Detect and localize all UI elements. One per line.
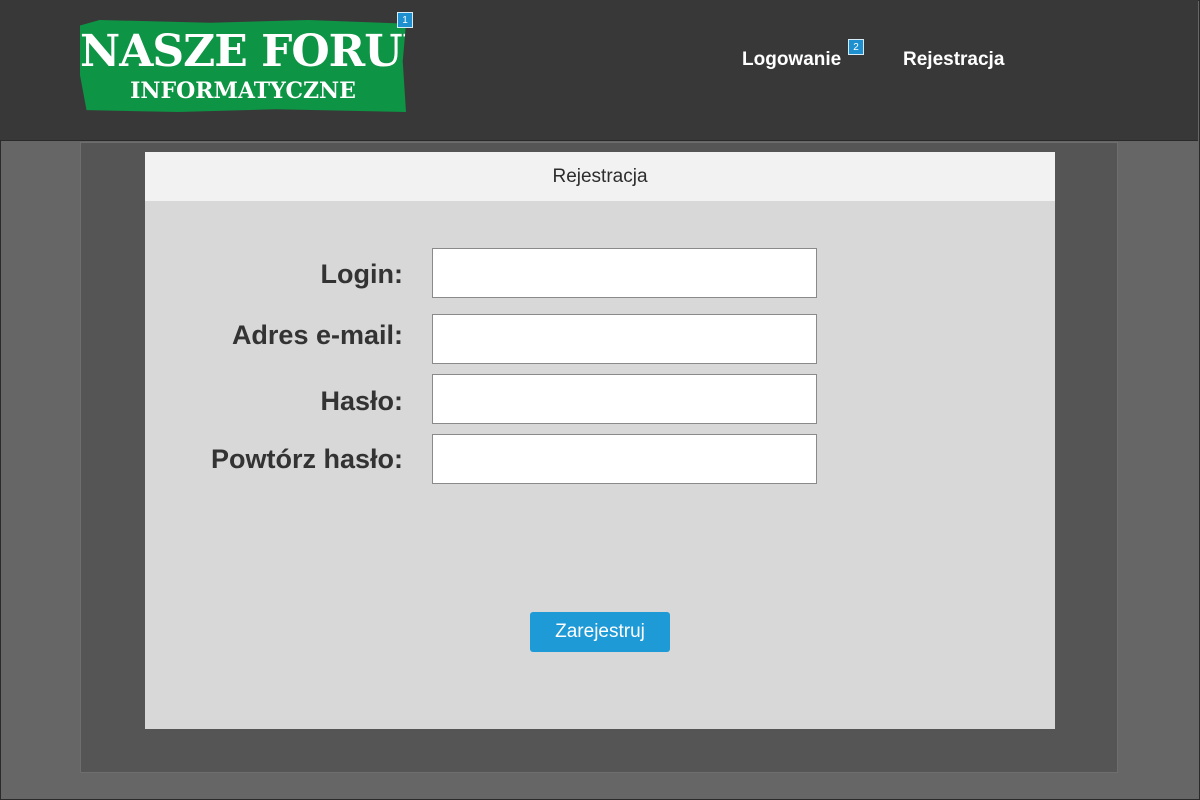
login-annotation-badge: 2 xyxy=(848,39,864,55)
password-label: Hasło: xyxy=(320,386,403,416)
password-input[interactable] xyxy=(432,374,817,424)
login-input[interactable] xyxy=(432,248,817,298)
email-label: Adres e-mail: xyxy=(231,320,403,350)
nav-register-link[interactable]: Rejestracja xyxy=(903,48,1004,72)
nav-login-link[interactable]: Logowanie xyxy=(742,48,841,72)
email-input[interactable] xyxy=(432,314,817,364)
repeat-password-label: Powtórz hasło: xyxy=(210,444,403,474)
card-title: Rejestracja xyxy=(145,152,1055,201)
logo-annotation-badge: 1 xyxy=(397,12,413,28)
logo-title: NASZE FORUM xyxy=(80,26,450,77)
site-logo[interactable]: NASZE FORUM INFORMATYCZNE xyxy=(80,20,406,112)
login-label: Login: xyxy=(320,259,403,289)
repeat-password-input[interactable] xyxy=(432,434,817,484)
site-header: NASZE FORUM INFORMATYCZNE 1 Logowanie 2 … xyxy=(0,0,1198,141)
register-button[interactable]: Zarejestruj xyxy=(530,612,670,652)
registration-card: Rejestracja Login: Adres e-mail: Hasło: … xyxy=(145,152,1055,729)
logo-subtitle: INFORMATYCZNE xyxy=(130,78,356,104)
